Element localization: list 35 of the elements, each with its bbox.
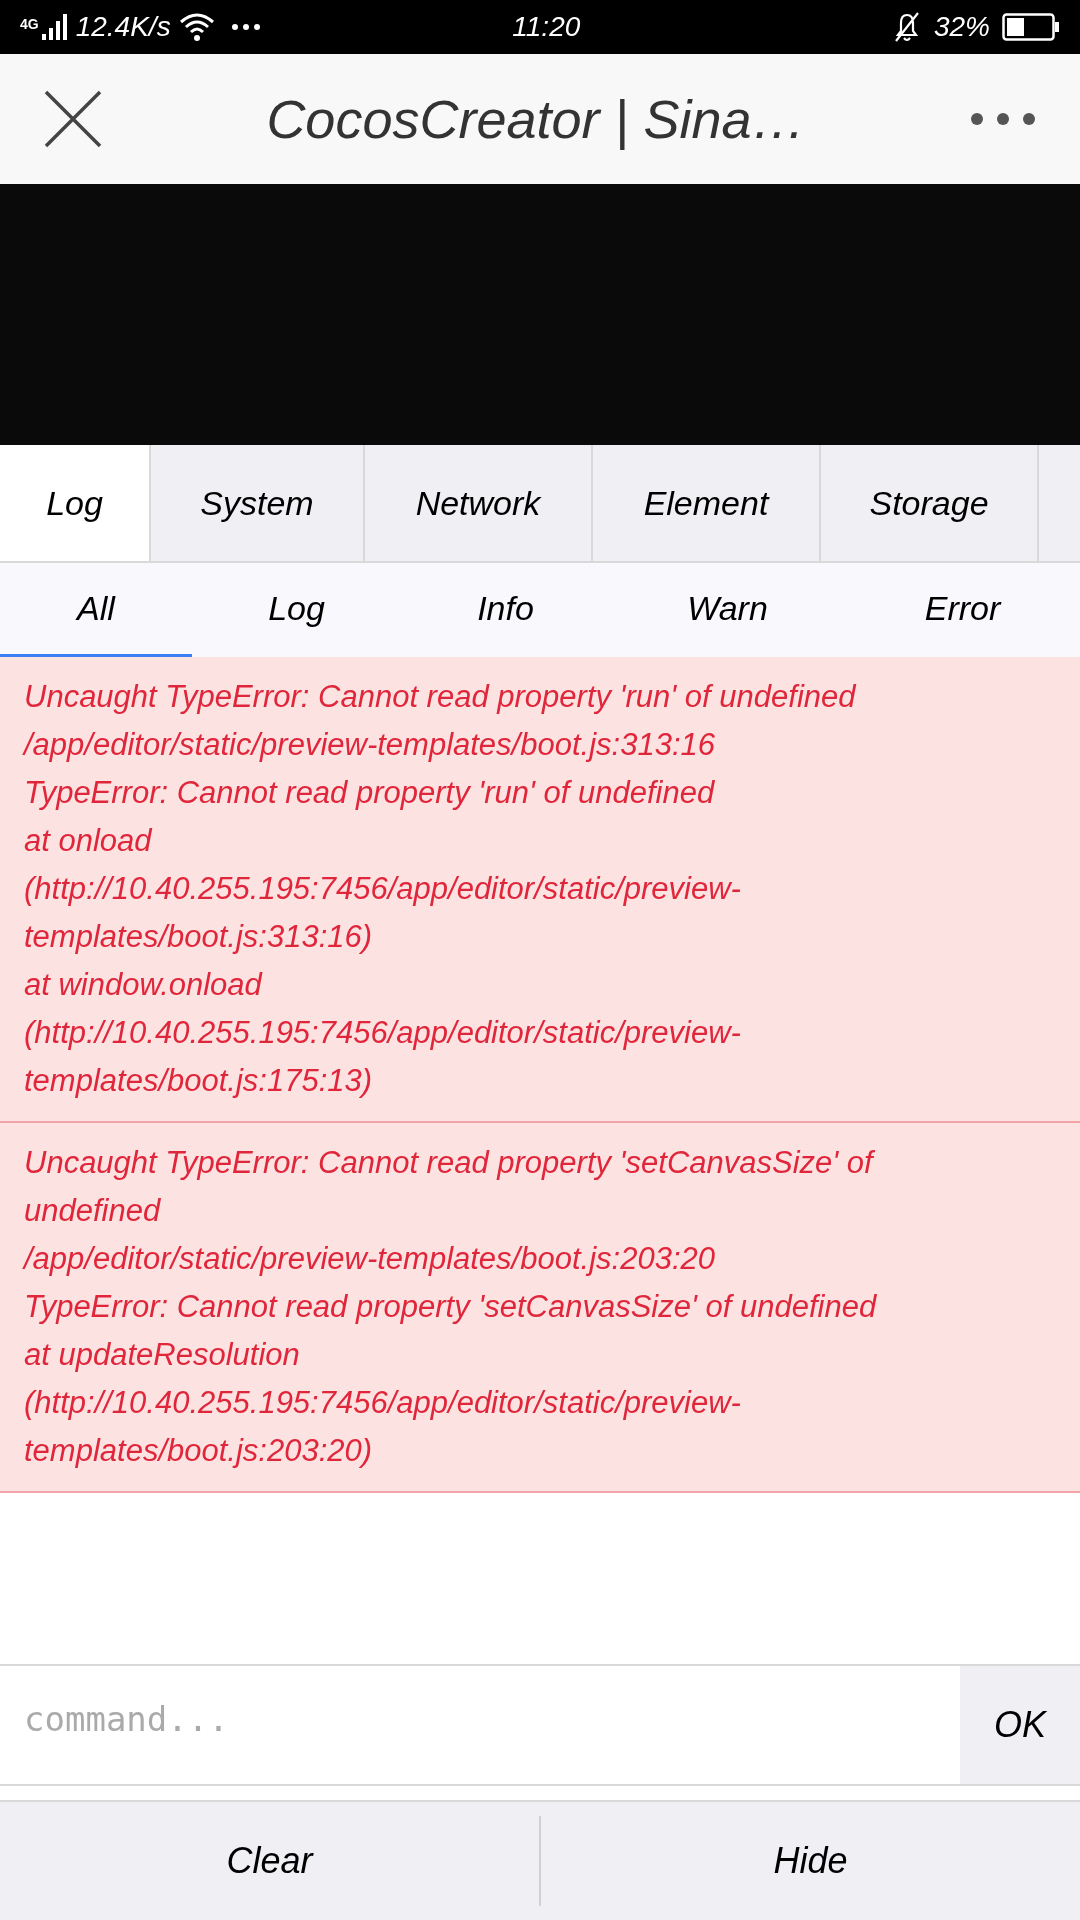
more-icon[interactable] [970,112,1036,126]
log-line: Uncaught TypeError: Cannot read property 'run' of undefined [24,678,858,716]
filter-tab[interactable]: Info [401,563,610,657]
log-line: Uncaught TypeError: Cannot read property 'setCanvasSize' of [24,1139,1056,1187]
filter-tab[interactable]: Log [192,563,401,657]
log-line: templates/boot.js:175:13) [24,1062,374,1100]
log-line: (http://10.40.255.195:7456/app/editor/static/preview- [24,1014,742,1052]
wifi-icon [178,12,215,42]
log-line: /app/editor/static/preview-templates/boot.js:313:16 [24,726,716,764]
log-line: TypeError: Cannot read property 'run' of undefined [24,774,716,812]
close-icon[interactable] [44,90,102,148]
network-speed: 12.4K/s [75,10,171,44]
log-line: (http://10.40.255.195:7456/app/editor/static/preview- [24,870,742,908]
clock: 11:20 [512,10,581,44]
tab[interactable]: Log [0,445,151,561]
log-line: at onload [24,822,154,860]
filter-tab[interactable]: Warn [610,563,845,657]
log-line: TypeError: Cannot read property 'setCanvasSize' of undefined [24,1288,878,1326]
network-type: 4G [20,15,39,34]
battery-icon [1002,13,1060,41]
footer-button[interactable]: Clear [0,1802,539,1920]
battery-percent: 32% [933,10,990,44]
log-line: at window.onload [24,966,264,1004]
log-line: at updateResolution [24,1336,301,1374]
footer-button[interactable]: Hide [541,1802,1080,1920]
page-title: CocosCreator | Sina… [266,87,806,152]
signal-icon [41,14,68,40]
log-line: undefined [24,1192,162,1230]
log-line: templates/boot.js:313:16) [24,918,374,956]
log-line: /app/editor/static/preview-templates/boot.js:203:20 [24,1240,716,1278]
log-line: templates/boot.js:203:20) [24,1432,374,1470]
more-icon [230,23,261,31]
log-line: (http://10.40.255.195:7456/app/editor/static/preview- [24,1384,742,1422]
ok-button[interactable]: OK [960,1666,1080,1784]
filter-tab[interactable]: Error [845,563,1080,657]
